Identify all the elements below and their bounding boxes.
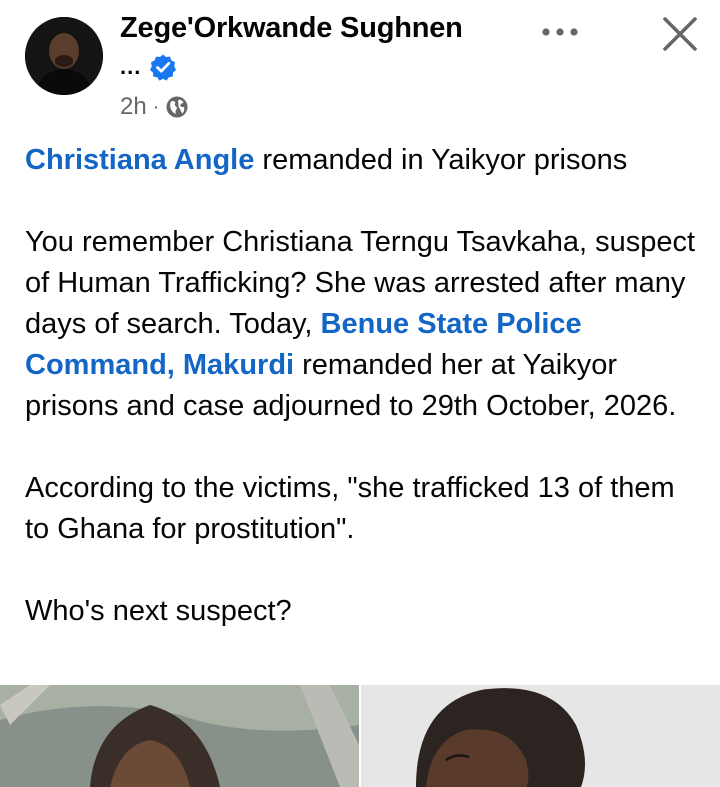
post-photo-grid bbox=[0, 685, 720, 787]
post-paragraph-1: You remember Christiana Terngu Tsavkaha,… bbox=[25, 222, 705, 427]
mention-christiana-angle[interactable]: Christiana Angle bbox=[25, 144, 254, 176]
more-options-icon bbox=[542, 28, 578, 36]
author-subtitle: ... bbox=[120, 54, 142, 79]
verified-badge-icon bbox=[150, 54, 177, 81]
post-headline: Christiana Angle remanded in Yaikyor pri… bbox=[25, 140, 705, 181]
post-header: Zege'Orkwande Sughnen ... 2h · bbox=[0, 0, 720, 130]
headline-text: remanded in Yaikyor prisons bbox=[254, 144, 628, 176]
post-photo-1[interactable] bbox=[0, 685, 359, 787]
more-options-button[interactable] bbox=[538, 16, 582, 48]
post-photo-2[interactable] bbox=[361, 685, 720, 787]
globe-icon[interactable] bbox=[165, 95, 189, 119]
post-paragraph-3: Who's next suspect? bbox=[25, 595, 292, 627]
post-meta: 2h · bbox=[120, 93, 189, 121]
author-avatar[interactable] bbox=[25, 17, 103, 95]
author-subline: ... bbox=[120, 52, 177, 82]
close-icon bbox=[663, 17, 697, 51]
post-paragraph-2: According to the victims, "she trafficke… bbox=[25, 472, 675, 545]
post-time[interactable]: 2h bbox=[120, 93, 147, 121]
meta-separator: · bbox=[152, 95, 160, 118]
author-name[interactable]: Zege'Orkwande Sughnen bbox=[120, 12, 463, 45]
post-body: Christiana Angle remanded in Yaikyor pri… bbox=[25, 140, 705, 632]
close-button[interactable] bbox=[656, 10, 704, 58]
